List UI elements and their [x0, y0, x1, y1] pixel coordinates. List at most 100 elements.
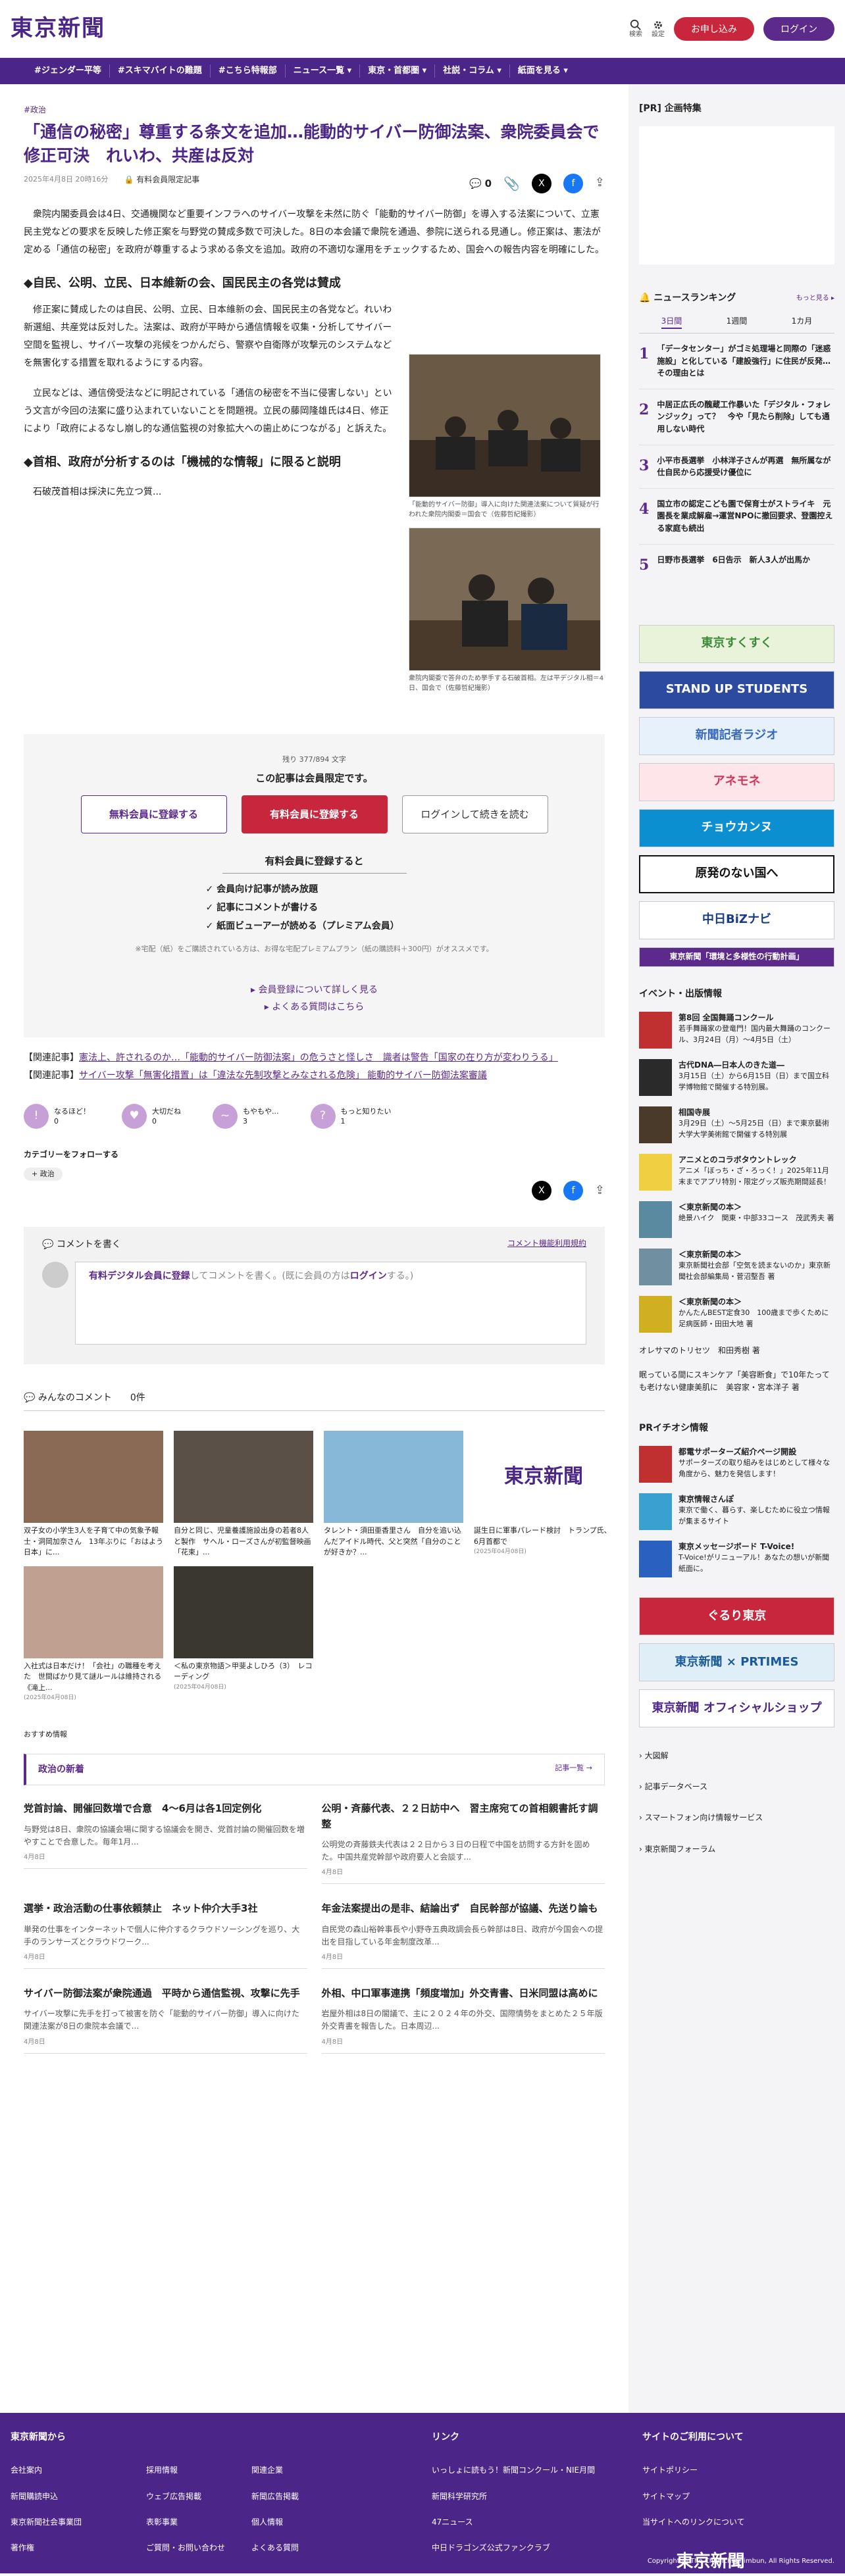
banner-shop[interactable]: 東京新聞 オフィシャルショップ: [639, 1689, 834, 1727]
article-photo[interactable]: [409, 353, 601, 497]
login-button[interactable]: ログイン: [763, 16, 834, 41]
pr-info-item[interactable]: 東京メッセージボード T-Voice! T-Voice!がリニューアル！あなたの想…: [639, 1540, 834, 1577]
share-icon[interactable]: ⇪: [595, 174, 605, 193]
banner-bizenavi[interactable]: 中日BiZナビ: [639, 901, 834, 939]
pr-feature-box[interactable]: [639, 126, 834, 265]
ranking-item[interactable]: 1 「データセンター」がゴミ処理場と同際の「迷惑施設」と化している「建設強行」に住…: [639, 334, 834, 389]
site-logo[interactable]: 東京新聞: [11, 11, 105, 46]
banner-gururi[interactable]: ぐるり東京: [639, 1597, 834, 1635]
banner-chokanu[interactable]: チョウカンヌ: [639, 808, 834, 847]
nav-item-news-list[interactable]: ニュース一覧 ▾: [286, 64, 361, 78]
banner-genpatsu[interactable]: 原発のない国へ: [639, 855, 834, 893]
banner-prtimes[interactable]: 東京新聞 × PRTIMES: [639, 1643, 834, 1681]
tab-1week[interactable]: 1週間: [727, 315, 748, 329]
related-link[interactable]: 憲法上、許されるのか…「能動的サイバー防御法案」の危うさと怪しさ 識者は警告「国…: [79, 1053, 558, 1063]
search-button[interactable]: 検索: [629, 19, 642, 39]
pr-info-item[interactable]: 東京情報さんぽ 東京で働く、暮らす、楽しむために役立つ情報が集まるサイト: [639, 1493, 834, 1530]
nav-item-editorial[interactable]: 社説・コラム ▾: [435, 64, 510, 78]
footer-link[interactable]: 47ニュース: [432, 2516, 642, 2529]
related-link[interactable]: サイバー攻撃「無害化措置」は「違法な先制攻撃とみなされる危険」 能動的サイバー防…: [79, 1070, 487, 1081]
footer-link[interactable]: よくある質問: [251, 2542, 337, 2554]
pr-card[interactable]: ＜私の東京物語＞甲斐よしひろ（3） レコーディング (2025年04月08日): [174, 1566, 313, 1703]
x-share-icon[interactable]: X: [531, 1181, 551, 1201]
ranking-item[interactable]: 2 中居正広氏の醜蔵工作暴いた「デジタル・フォレンジック」って？ 今や「見たら削除…: [639, 389, 834, 445]
side-link[interactable]: › スマートフォン向け情報サービス: [639, 1802, 834, 1833]
footer-link[interactable]: いっしょに読もう！新聞コンクール・NIE月間: [432, 2464, 642, 2477]
reaction-taisetsu-button[interactable]: ♥ 大切だね 0: [122, 1104, 181, 1129]
footer-link[interactable]: 表彰事業: [146, 2516, 251, 2529]
footer-link[interactable]: 会社案内: [11, 2464, 146, 2477]
event-item[interactable]: 第8回 全国舞踊コンクール 若手舞踊家の登竜門！国内最大舞踊のコンクール、3月24…: [639, 1011, 834, 1049]
event-item[interactable]: アニメとのコラボタウントレック アニメ「ぼっち・ざ・ろっく！」2025年11月末ま…: [639, 1153, 834, 1191]
banner-radio[interactable]: 新聞記者ラジオ: [639, 716, 834, 755]
clip-icon[interactable]: 📎: [503, 173, 520, 194]
pr-card[interactable]: タレント・須田亜香里さん 自分を追い込んだアイドル時代、父と突然「自分のことが好…: [324, 1431, 463, 1558]
paid-register-button[interactable]: 有料会員に登録する: [241, 795, 388, 834]
news-item[interactable]: 公明・斉藤代表、２２日訪中へ 習主席宛ての首相親書託す調整 公明党の斉藤鉄夫代表は…: [321, 1801, 605, 1885]
faq-link[interactable]: ▸ よくある質問はこちら: [24, 999, 605, 1016]
pr-info-item[interactable]: 都電サポーターズ紹介ページ開設 サポーターズの取り組みをはじめとして様々な角度から…: [639, 1445, 834, 1483]
x-share-icon[interactable]: X: [531, 173, 551, 193]
ranking-item[interactable]: 4 国立市の認定こども園で保育士がストライキ 元園長を業成解雇→運営NPOに撤回要…: [639, 489, 834, 545]
news-item[interactable]: 年金法案提出の是非、結論出ず 自民幹部が協議、先送り論も 自民党の森山裕幹事長や小…: [321, 1901, 605, 1969]
login-continue-button[interactable]: ログインして続きを読む: [401, 795, 548, 834]
event-item[interactable]: ＜東京新聞の本＞ 東京新聞社会部「空気を読まないのか」東京新聞社会部編集局・菅沼堅…: [639, 1248, 834, 1285]
event-item[interactable]: ＜東京新聞の本＞ 絶景ハイク 関東・中部33コース 茂武秀夫 著: [639, 1201, 834, 1238]
tab-3days[interactable]: 3日間: [661, 315, 682, 329]
nav-item-sukimabaito[interactable]: #スキマバイトの難題: [110, 64, 211, 78]
free-register-button[interactable]: 無料会員に登録する: [80, 795, 227, 834]
nav-item-gender[interactable]: #ジェンダー平等: [26, 64, 110, 78]
side-link[interactable]: › 大図解: [639, 1741, 834, 1771]
reaction-motto-button[interactable]: ? もっと知りたい 1: [310, 1104, 392, 1129]
membership-info-link[interactable]: ▸ 会員登録について詳しく見る: [24, 981, 605, 999]
footer-link[interactable]: 中日ドラゴンズ公式ファンクラブ: [432, 2542, 642, 2554]
footer-link[interactable]: 採用情報: [146, 2464, 251, 2477]
banner-anemone[interactable]: アネモネ: [639, 762, 834, 801]
event-item[interactable]: 古代DNA―日本人のきた道― 3月15日（土）から6月15日（日）まで国立科学博物…: [639, 1058, 834, 1096]
banner-sukusuku[interactable]: 東京すくすく: [639, 624, 834, 663]
footer-link[interactable]: 新聞広告掲載: [251, 2490, 337, 2503]
comment-rules-link[interactable]: コメント機能利用規約: [507, 1237, 586, 1252]
follow-chip-politics[interactable]: + 政治: [24, 1168, 63, 1181]
footer-link[interactable]: 個人情報: [251, 2516, 337, 2529]
article-photo[interactable]: [409, 527, 601, 671]
news-item[interactable]: 外相、中口軍事連携「頻度増加」外交青書、日米同盟は高めに 岩屋外相は8日の閣議で、…: [321, 1986, 605, 2054]
footer-link[interactable]: ウェブ広告掲載: [146, 2490, 251, 2503]
footer-link[interactable]: 東京新聞社会事業団: [11, 2516, 146, 2529]
footer-link[interactable]: 当サイトへのリンクについて: [642, 2516, 745, 2529]
banner-action-plan[interactable]: 東京新聞「環境と多様性の行動計画」: [639, 947, 834, 967]
pr-card[interactable]: 入社式は日本だけ！「会社」の職種を考えた 世間ばかり見て謎ルールは維持される《滝…: [24, 1566, 163, 1703]
nav-item-paper[interactable]: 紙面を見る ▾: [510, 64, 576, 78]
side-link[interactable]: › 記事データベース: [639, 1771, 834, 1802]
ranking-more-link[interactable]: もっと見る ▸: [796, 293, 834, 304]
facebook-share-icon[interactable]: f: [563, 173, 583, 193]
news-item[interactable]: サイバー防御法案が衆院通過 平時から通信監視、攻撃に先手 サイバー攻撃に先手を打っ…: [24, 1986, 307, 2054]
reaction-moyamoya-button[interactable]: ~ もやもや... 3: [213, 1104, 279, 1129]
book-link[interactable]: 眠っている間にスキンケア「美容断食」で10年たっても老けない健康美肌に 美容家・…: [639, 1369, 834, 1394]
pr-card[interactable]: 自分と同じ、児童養護施設出身の若者8人と製作 サヘル・ローズさんが初監督映画「花…: [174, 1431, 313, 1558]
nav-item-tokyo[interactable]: 東京・首都圏 ▾: [360, 64, 436, 78]
politics-news-more[interactable]: 記事一覧 →: [555, 1762, 592, 1777]
banner-standup[interactable]: STAND UP STUDENTS: [639, 670, 834, 709]
side-link[interactable]: › 東京新聞フォーラム: [639, 1834, 834, 1865]
footer-link[interactable]: 関連企業: [251, 2464, 337, 2477]
footer-link[interactable]: 著作権: [11, 2542, 146, 2554]
ranking-item[interactable]: 3 小平市長選挙 小林洋子さんが再選 無所属なが仕自民から応援受け優位に: [639, 445, 834, 489]
event-item[interactable]: ＜東京新聞の本＞ かんたんBEST定食30 100歳まで歩くために 足病医師・田田…: [639, 1295, 836, 1333]
comment-input[interactable]: 有料デジタル会員に登録してコメントを書く。(既に会員の方はログインする。): [75, 1261, 586, 1345]
event-item[interactable]: 相国寺展 3月29日（土）～5月25日（日）まで東京藝術大学大学美術館で開催する特…: [639, 1106, 834, 1143]
pr-card[interactable]: 東京新聞 誕生日に軍事パレード検討 トランプ氏、6月首都で (2025年04月08日…: [474, 1431, 613, 1558]
article-category[interactable]: #政治: [24, 104, 605, 116]
footer-link[interactable]: 新聞購読申込: [11, 2490, 146, 2503]
settings-button[interactable]: 設定: [652, 19, 665, 39]
news-item[interactable]: 党首討論、開催回数増で合意 4～6月は各1回定例化 与野党は8日、衆院の協議会場に…: [24, 1801, 307, 1884]
footer-link[interactable]: サイトマップ: [642, 2490, 745, 2503]
apply-button[interactable]: お申し込み: [674, 16, 754, 41]
book-link[interactable]: オレサマのトリセツ 和田秀樹 著: [639, 1345, 834, 1357]
facebook-share-icon[interactable]: f: [563, 1181, 583, 1201]
footer-link[interactable]: 新聞科学研究所: [432, 2490, 642, 2503]
ranking-item[interactable]: 5 日野市長選挙 6日告示 新人3人が出馬か: [639, 545, 834, 585]
reaction-naruhodo-button[interactable]: ! なるほど！ 0: [24, 1104, 90, 1129]
comment-count-button[interactable]: 💬 0: [469, 176, 492, 191]
footer-link[interactable]: ご質問・お問い合わせ: [146, 2542, 251, 2554]
